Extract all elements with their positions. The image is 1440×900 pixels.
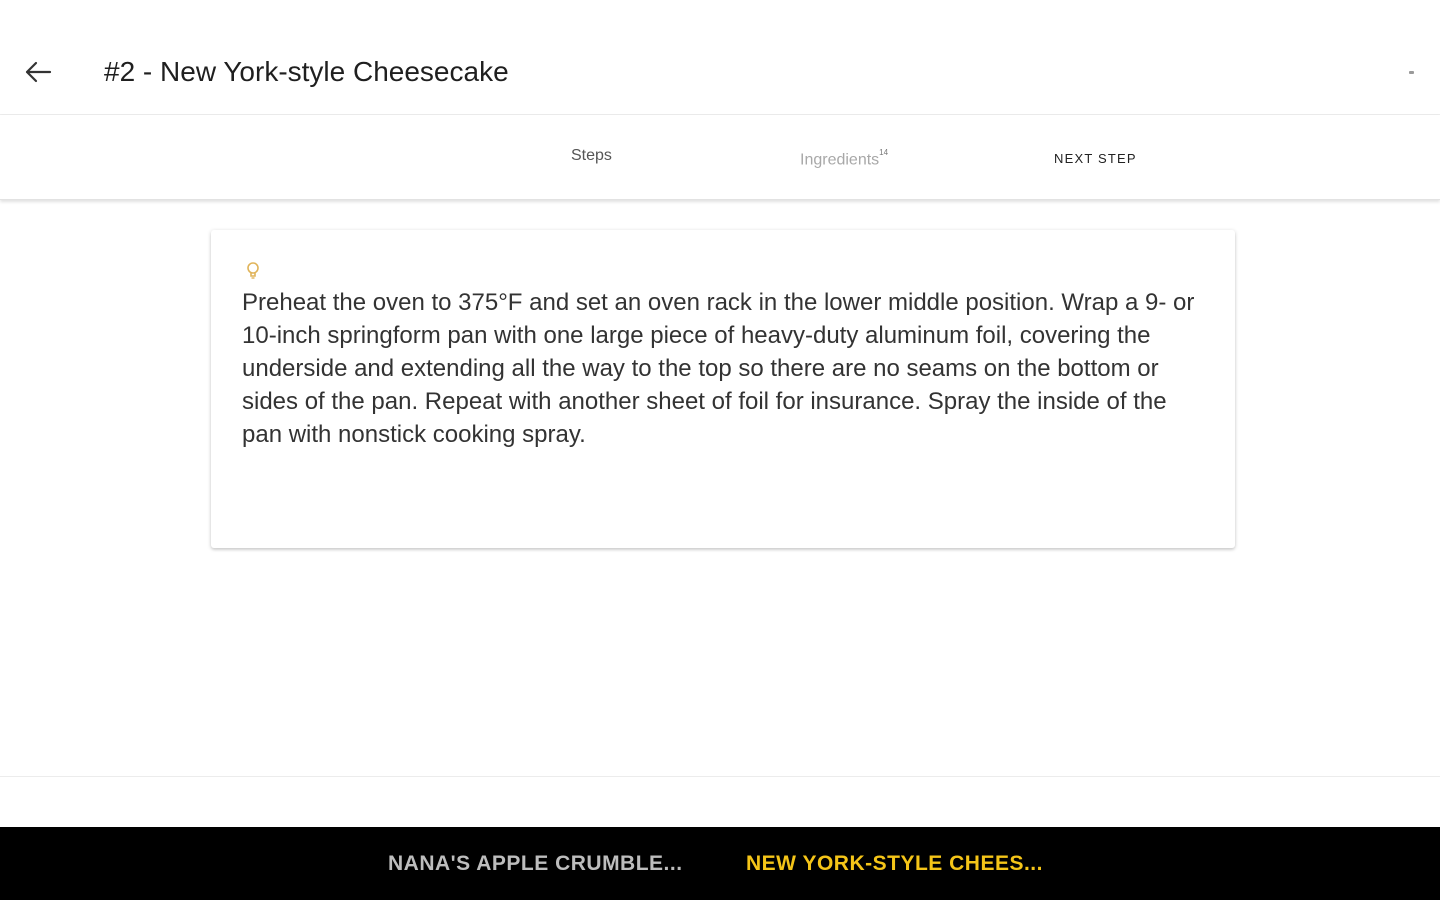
recipe-step-screen: #2 - New York-style Cheesecake Steps Ing…	[0, 0, 1440, 900]
recipe-tab-cheesecake[interactable]: NEW YORK-STYLE CHEES...	[746, 852, 1043, 876]
recipe-tab-apple-crumble[interactable]: NANA'S APPLE CRUMBLE...	[388, 852, 683, 876]
footer-divider	[0, 776, 1440, 777]
ingredients-count-badge: 14	[879, 148, 889, 157]
recipe-switcher-bar: NANA'S APPLE CRUMBLE... NEW YORK-STYLE C…	[0, 827, 1440, 900]
tab-ingredients-label: Ingredients	[800, 151, 880, 169]
arrow-left-icon	[25, 61, 52, 83]
lightbulb-icon	[247, 262, 259, 279]
next-step-button[interactable]: NEXT STEP	[1054, 148, 1137, 170]
overflow-menu-button[interactable]	[1409, 71, 1414, 74]
page-title: #2 - New York-style Cheesecake	[104, 56, 509, 87]
back-button[interactable]	[18, 52, 58, 92]
tab-ingredients[interactable]: Ingredients14	[800, 145, 888, 171]
app-header: #2 - New York-style Cheesecake	[0, 0, 1440, 115]
tab-steps[interactable]: Steps	[571, 145, 612, 167]
tab-bar: Steps Ingredients14 NEXT STEP	[0, 115, 1440, 200]
step-instruction-text: Preheat the oven to 375°F and set an ove…	[242, 289, 1195, 448]
step-card: Preheat the oven to 375°F and set an ove…	[211, 230, 1235, 548]
